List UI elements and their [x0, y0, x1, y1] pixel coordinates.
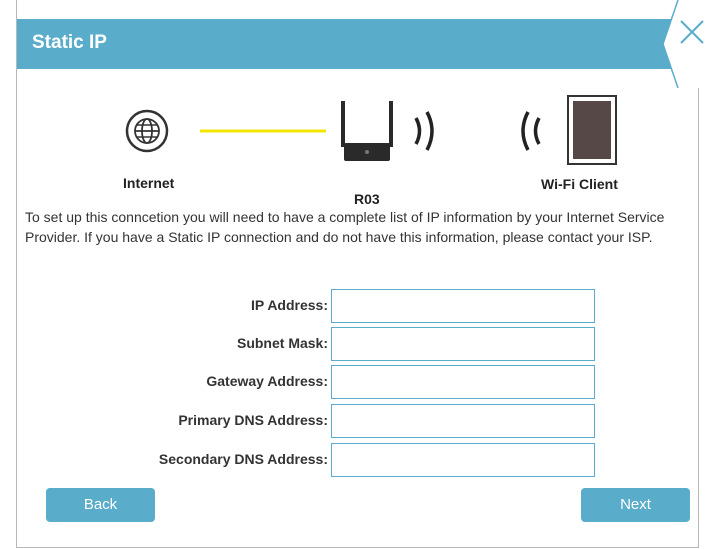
gateway-address-row: Gateway Address: [0, 365, 717, 399]
primary-dns-label: Primary DNS Address: [178, 412, 328, 428]
secondary-dns-input[interactable] [331, 443, 595, 477]
ip-address-input[interactable] [331, 289, 595, 323]
gateway-address-input[interactable] [331, 365, 595, 399]
client-label: Wi-Fi Client [541, 176, 618, 192]
instructions-text: To set up this conncetion you will need … [25, 209, 665, 245]
dialog-header: Static IP [17, 19, 698, 69]
gateway-address-label: Gateway Address: [206, 373, 328, 389]
ip-address-label: IP Address: [250, 297, 328, 313]
router-label: R03 [354, 191, 380, 207]
dialog-title: Static IP [32, 32, 107, 53]
close-button[interactable] [641, 0, 717, 88]
subnet-mask-label: Subnet Mask: [236, 335, 328, 351]
subnet-mask-row: Subnet Mask: [0, 327, 717, 361]
subnet-mask-input[interactable] [331, 327, 595, 361]
ip-address-row: IP Address: [0, 289, 717, 323]
primary-dns-input[interactable] [331, 404, 595, 438]
internet-label: Internet [123, 175, 175, 191]
primary-dns-row: Primary DNS Address: [0, 404, 717, 438]
next-button[interactable]: Next [581, 488, 690, 522]
close-tab-background [663, 0, 717, 88]
back-button[interactable]: Back [46, 488, 155, 522]
secondary-dns-label: Secondary DNS Address: [158, 451, 328, 467]
secondary-dns-row: Secondary DNS Address: [0, 443, 717, 477]
